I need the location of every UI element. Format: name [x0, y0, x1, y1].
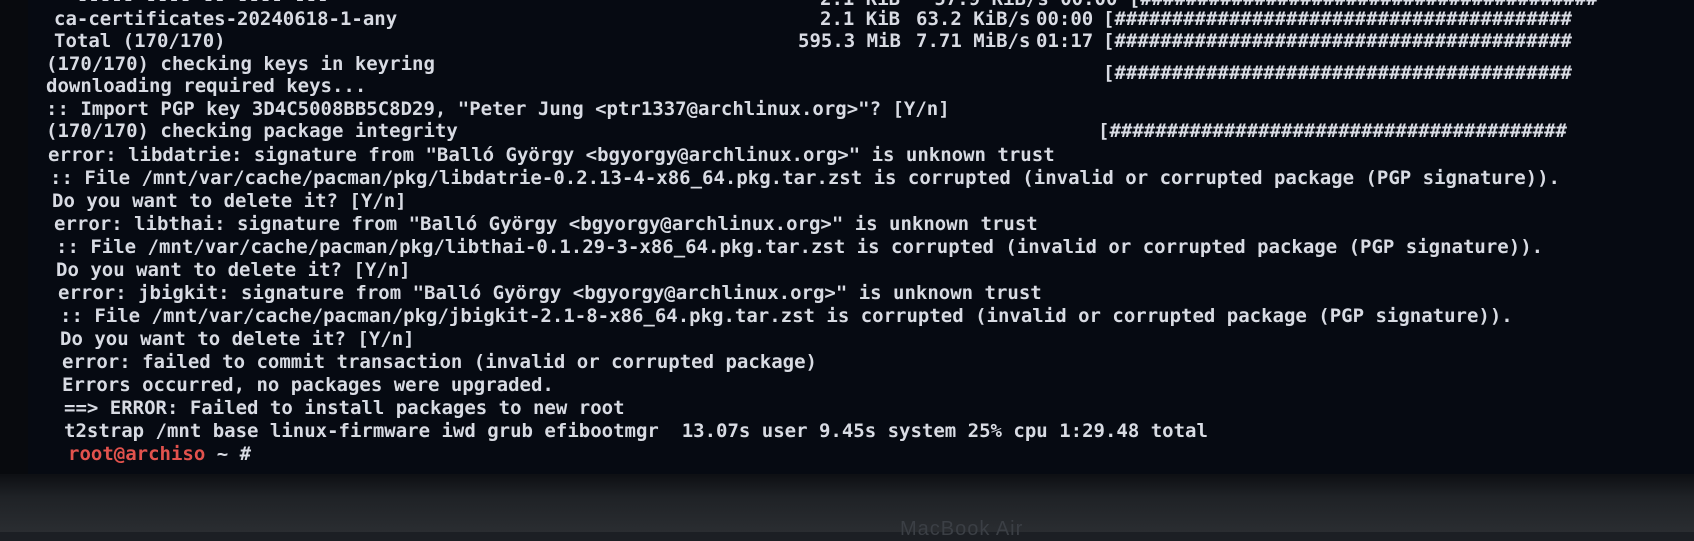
laptop-chin	[0, 474, 1694, 532]
delete-prompt-line: Do you want to delete it? [Y/n]	[52, 190, 407, 212]
corrupted-file-line: :: File /mnt/var/cache/pacman/pkg/libtha…	[56, 236, 1544, 258]
signature-error-line: error: libthai: signature from "Balló Gy…	[54, 213, 1038, 235]
terminal-window[interactable]: ----- ---- -- ---- --- 2.1 KiB 57.9 KiB/…	[28, 0, 1694, 474]
total-time: 01:17	[1036, 30, 1094, 52]
delete-prompt-line: Do you want to delete it? [Y/n]	[60, 328, 415, 350]
downloading-keys-line: downloading required keys...	[46, 75, 367, 97]
download-time: 00:00	[1036, 8, 1094, 30]
prompt-user: root@archiso	[68, 443, 206, 465]
signature-error-line: error: jbigkit: signature from "Balló Gy…	[58, 282, 1042, 304]
install-error-line: ==> ERROR: Failed to install packages to…	[64, 397, 625, 419]
progress-bar: [#######################################…	[1103, 8, 1572, 30]
errors-occurred-line: Errors occurred, no packages were upgrad…	[62, 374, 554, 396]
screen-bezel-left	[0, 0, 28, 532]
device-label: MacBook Air	[900, 518, 1024, 540]
commit-error-line: error: failed to commit transaction (inv…	[62, 351, 817, 373]
checking-keys-line: (170/170) checking keys in keyring	[46, 53, 435, 75]
total-size: 595.3 MiB	[798, 30, 901, 52]
progress-bar: [#######################################…	[1103, 30, 1572, 52]
download-size: 2.1 KiB	[820, 8, 901, 30]
import-key-prompt: :: Import PGP key 3D4C5008BB5C8D29, "Pet…	[46, 98, 950, 120]
signature-error-line: error: libdatrie: signature from "Balló …	[48, 144, 1055, 166]
progress-bar: [#######################################…	[1098, 120, 1567, 142]
delete-prompt-line: Do you want to delete it? [Y/n]	[56, 259, 411, 281]
download-line-left: ca-certificates-20240618-1-any	[54, 8, 398, 30]
corrupted-file-line: :: File /mnt/var/cache/pacman/pkg/jbigki…	[60, 305, 1513, 327]
total-line-left: Total (170/170)	[54, 30, 226, 52]
timing-line: t2strap /mnt base linux-firmware iwd gru…	[64, 420, 1208, 442]
download-rate: 63.2 KiB/s	[916, 8, 1031, 30]
checking-integrity-line: (170/170) checking package integrity	[46, 120, 458, 142]
progress-bar: [#######################################…	[1103, 62, 1572, 84]
prompt-symbol: ~ #	[205, 443, 252, 465]
corrupted-file-line: :: File /mnt/var/cache/pacman/pkg/libdat…	[50, 167, 1560, 189]
shell-prompt[interactable]: root@archiso ~ #	[68, 443, 251, 465]
total-rate: 7.71 MiB/s	[916, 30, 1031, 52]
